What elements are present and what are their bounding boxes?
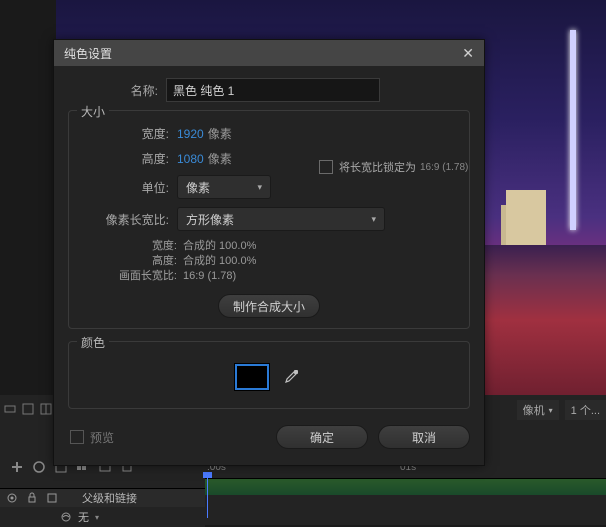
color-legend: 颜色 [77, 334, 109, 351]
unit-row: 单位: 像素 ▾ [79, 175, 459, 199]
link-icon[interactable] [60, 511, 72, 523]
frame-ar-value: 16:9 (1.78) [183, 269, 256, 284]
height-label: 高度: [79, 150, 177, 167]
width-label: 宽度: [79, 125, 177, 142]
panel-icon-1[interactable] [4, 403, 16, 415]
frame-ar-label: 画面长宽比: [79, 269, 177, 284]
preview-label: 预览 [90, 429, 114, 446]
width-value[interactable]: 1920 [177, 127, 204, 141]
name-row: 名称: [68, 78, 470, 102]
chevron-down-icon: ▾ [257, 182, 262, 193]
par-row: 像素长宽比: 方形像素 ▾ [79, 207, 459, 231]
views-dropdown[interactable]: 1 个... [565, 400, 606, 420]
unit-select[interactable]: 像素 ▾ [177, 175, 271, 199]
color-fieldset: 颜色 [68, 341, 470, 409]
par-select-value: 方形像素 [186, 211, 234, 228]
par-select[interactable]: 方形像素 ▾ [177, 207, 385, 231]
width-row: 宽度: 1920 像素 [79, 125, 459, 142]
width-unit: 像素 [208, 125, 232, 142]
camera-dropdown[interactable]: 像机 ▾ [517, 400, 559, 420]
timeline-layer-row[interactable]: 无 ▾ [0, 507, 205, 527]
bg-buildings [506, 190, 546, 245]
name-input[interactable] [166, 78, 380, 102]
cancel-button[interactable]: 取消 [378, 425, 470, 449]
dialog-titlebar[interactable]: 纯色设置 ✕ [54, 40, 484, 66]
tool-icon-2[interactable] [32, 460, 44, 472]
panel-icon-3[interactable] [40, 403, 52, 415]
tool-icon-1[interactable] [10, 460, 22, 472]
chevron-down-icon: ▾ [549, 406, 553, 415]
comp-info-block: 宽度: 高度: 画面长宽比: 合成的 100.0% 合成的 100.0% 16:… [79, 239, 459, 284]
panel-icon-2[interactable] [22, 403, 34, 415]
height-unit: 像素 [208, 150, 232, 167]
height-value[interactable]: 1080 [177, 152, 204, 166]
viewer-bottom-controls: 像机 ▾ 1 个... [517, 400, 606, 420]
par-label: 像素长宽比: [79, 211, 177, 228]
chevron-down-icon: ▾ [371, 214, 376, 225]
make-comp-size-button[interactable]: 制作合成大小 [218, 294, 320, 318]
ok-button[interactable]: 确定 [276, 425, 368, 449]
lock-aspect-row: 将长宽比锁定为 16:9 (1.78) [319, 159, 468, 175]
ok-button-label: 确定 [310, 429, 334, 446]
bg-tower [570, 30, 576, 230]
lock-aspect-ratio: 16:9 (1.78) [420, 162, 468, 173]
timeline-track[interactable] [205, 478, 606, 495]
unit-select-value: 像素 [186, 179, 210, 196]
comp-width-value: 合成的 100.0% [183, 239, 256, 254]
panel-switch-icons [4, 403, 52, 415]
views-dropdown-label: 1 个... [571, 402, 600, 418]
preview-row: 预览 [68, 425, 114, 450]
chevron-down-icon: ▾ [95, 513, 99, 522]
timeline-left-columns: 父级和链接 无 ▾ [0, 488, 205, 527]
comp-height-label: 高度: [79, 254, 177, 269]
parent-column-header: 父级和链接 [82, 490, 137, 506]
timeline-header-row: 父级和链接 [0, 488, 205, 507]
cancel-button-label: 取消 [412, 429, 436, 446]
size-legend: 大小 [77, 103, 109, 120]
close-icon[interactable]: ✕ [462, 45, 474, 62]
name-label: 名称: [68, 82, 166, 99]
lock-icon[interactable] [26, 492, 38, 504]
color-swatch[interactable] [235, 364, 269, 390]
eye-icon[interactable] [6, 492, 18, 504]
dialog-title: 纯色设置 [64, 45, 112, 62]
preview-checkbox[interactable] [70, 430, 84, 444]
timeline-playhead[interactable] [207, 478, 208, 518]
make-comp-size-label: 制作合成大小 [233, 298, 305, 315]
lock-aspect-checkbox[interactable] [319, 160, 333, 174]
dialog-actions: 确定 取消 [276, 421, 470, 453]
eyedropper-icon [283, 369, 299, 385]
camera-dropdown-label: 像机 [523, 402, 545, 418]
eyedropper-button[interactable] [279, 365, 303, 389]
comp-width-label: 宽度: [79, 239, 177, 254]
cube-icon[interactable] [46, 492, 58, 504]
unit-label: 单位: [79, 179, 177, 196]
size-fieldset: 大小 宽度: 1920 像素 高度: 1080 像素 将长宽比锁定为 16:9 … [68, 110, 470, 329]
lock-aspect-label: 将长宽比锁定为 [339, 159, 416, 175]
comp-height-value: 合成的 100.0% [183, 254, 256, 269]
solid-settings-dialog: 纯色设置 ✕ 名称: 大小 宽度: 1920 像素 高度: 1080 像素 将长… [53, 39, 485, 466]
